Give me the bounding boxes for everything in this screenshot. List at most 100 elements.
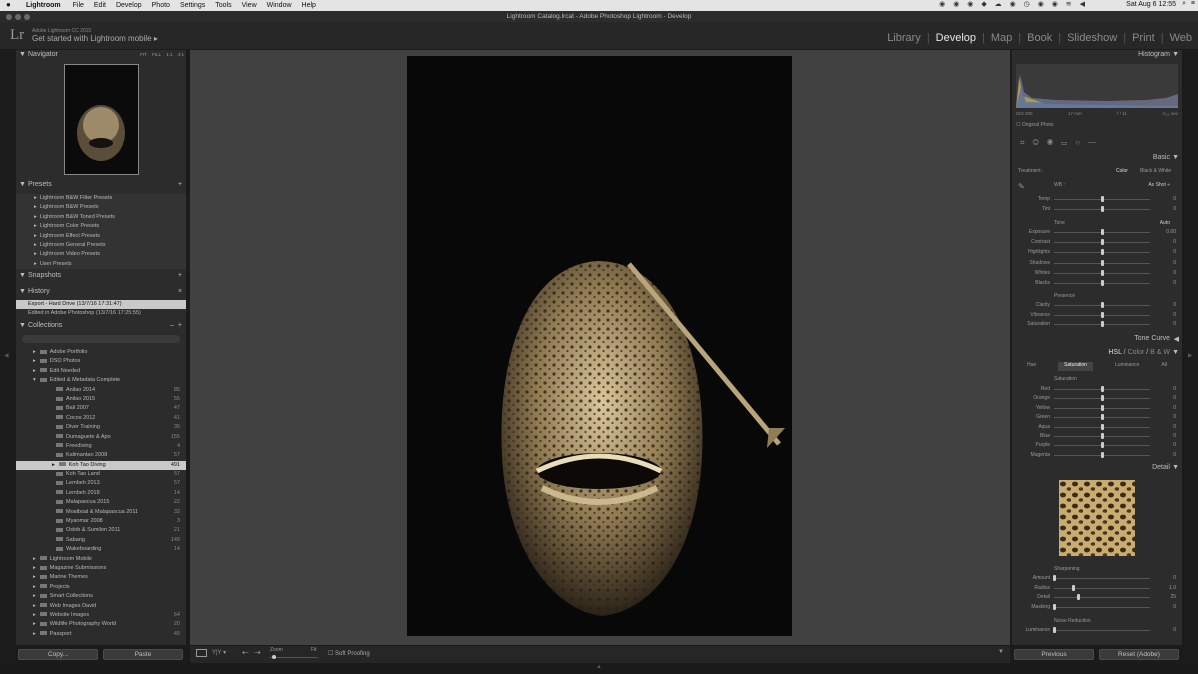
- original-photo-checkbox[interactable]: ☐ Original Photo: [1016, 122, 1054, 128]
- history-step[interactable]: Export - Hard Drive (13/7/16 17:31:47): [16, 300, 186, 310]
- hsl-header[interactable]: HSL / Color / B & W ▼: [1012, 349, 1182, 359]
- slider-value[interactable]: 0: [1173, 442, 1176, 448]
- wb-value[interactable]: As Shot ÷: [1148, 182, 1170, 188]
- collection-item[interactable]: Bali 2007 47: [16, 404, 186, 413]
- paste-settings-button[interactable]: Paste: [103, 649, 183, 660]
- slider-value[interactable]: 0: [1173, 627, 1176, 633]
- slider-value[interactable]: 0: [1173, 424, 1176, 430]
- disclosure-triangle-icon[interactable]: ▸: [33, 349, 36, 355]
- disclosure-triangle-icon[interactable]: ▸: [33, 621, 36, 627]
- slider-value[interactable]: 0: [1173, 260, 1176, 266]
- module-develop[interactable]: Develop: [936, 32, 976, 44]
- disclosure-triangle-icon[interactable]: ▸: [33, 368, 36, 374]
- histogram-graph[interactable]: [1016, 64, 1178, 108]
- slider-yellow[interactable]: Yellow 0: [1012, 404, 1182, 414]
- slider-knob[interactable]: [1100, 423, 1104, 430]
- tab-hue[interactable]: Hue: [1027, 362, 1036, 371]
- menu-settings[interactable]: Settings: [180, 2, 205, 9]
- slider-knob[interactable]: [1100, 280, 1104, 286]
- collection-item[interactable]: Anilao 2014 85: [16, 386, 186, 395]
- mobile-link[interactable]: Get started with Lightroom mobile ▸: [32, 34, 158, 43]
- slider-value[interactable]: 0: [1173, 239, 1176, 245]
- minimize-window-button[interactable]: [15, 14, 21, 20]
- before-after-icon[interactable]: Y|Y ▾: [212, 649, 226, 656]
- slider-knob[interactable]: [1100, 196, 1104, 202]
- reset-button[interactable]: Reset (Adobe): [1099, 649, 1179, 660]
- preset-folder[interactable]: ▸ Lightroom Video Presets: [16, 250, 186, 259]
- module-map[interactable]: Map: [991, 32, 1012, 44]
- collection-item[interactable]: Anilao 2015 55: [16, 395, 186, 404]
- collection-item[interactable]: ▸ Marine Themes: [16, 573, 186, 582]
- module-print[interactable]: Print: [1132, 32, 1155, 44]
- slider-value[interactable]: 0: [1173, 386, 1176, 392]
- slider-knob[interactable]: [1100, 451, 1104, 458]
- slider-value[interactable]: 0: [1173, 249, 1176, 255]
- slider-value[interactable]: 0: [1173, 433, 1176, 439]
- slider-value[interactable]: 0: [1173, 395, 1176, 401]
- filmstrip-toggle-icon[interactable]: ▲: [596, 664, 602, 670]
- zoom-fit[interactable]: FIT: [140, 52, 147, 57]
- slider-magenta[interactable]: Magenta 0: [1012, 451, 1182, 461]
- disclosure-triangle-icon[interactable]: ▸: [33, 631, 36, 637]
- slider-whites[interactable]: Whites 0: [1012, 269, 1182, 279]
- slider-knob[interactable]: [1100, 395, 1104, 402]
- slider-value[interactable]: 0: [1173, 604, 1176, 610]
- collection-item[interactable]: ▸ Lightroom Mobile: [16, 555, 186, 564]
- collection-item[interactable]: Koh Tao Land 57: [16, 470, 186, 479]
- collection-item[interactable]: Lembeh 2013 57: [16, 479, 186, 488]
- module-book[interactable]: Book: [1027, 32, 1052, 44]
- detail-preview[interactable]: [1059, 480, 1135, 556]
- hsl-title[interactable]: HSL: [1108, 349, 1121, 356]
- collection-item[interactable]: ▸ Smart Collections: [16, 592, 186, 601]
- collections-filter-input[interactable]: [22, 335, 180, 343]
- navigator-preview[interactable]: [64, 64, 139, 175]
- preset-folder[interactable]: ▸ Lightroom B&W Toned Presets: [16, 213, 186, 222]
- slider-tint[interactable]: Tint 0: [1012, 205, 1182, 215]
- navigator-header[interactable]: ▼ Navigator FIT FILL 1:1 4:1: [16, 51, 186, 61]
- history-header[interactable]: ▼ History ×: [16, 288, 186, 298]
- add-snapshot-icon[interactable]: +: [178, 272, 182, 279]
- menu-edit[interactable]: Edit: [94, 2, 106, 9]
- treatment-color[interactable]: Color: [1116, 168, 1128, 174]
- slider-knob[interactable]: [1100, 311, 1104, 318]
- slider-value[interactable]: 0: [1173, 206, 1176, 212]
- slider-value[interactable]: 0: [1173, 280, 1176, 286]
- slider-value[interactable]: 1.0: [1169, 585, 1176, 591]
- collection-item[interactable]: ▸ Web Images David: [16, 602, 186, 611]
- slider-track[interactable]: [1054, 597, 1150, 598]
- histogram-header[interactable]: Histogram ▼: [1012, 51, 1182, 61]
- previous-button[interactable]: Previous: [1014, 649, 1094, 660]
- tab-saturation[interactable]: Saturation: [1058, 362, 1093, 371]
- collection-item[interactable]: Oslob & Sumilon 2011 21: [16, 526, 186, 535]
- slider-value[interactable]: 0: [1173, 414, 1176, 420]
- collection-item[interactable]: ▸ Website Images 64: [16, 611, 186, 620]
- slider-knob[interactable]: [1100, 302, 1104, 308]
- disclosure-triangle-icon[interactable]: ▸: [52, 462, 55, 468]
- collection-item[interactable]: Cocos 2012 41: [16, 414, 186, 423]
- disclosure-triangle-icon[interactable]: ▸: [33, 358, 36, 364]
- left-panel-toggle-icon[interactable]: ◀: [4, 352, 9, 359]
- slider-value[interactable]: 0: [1173, 321, 1176, 327]
- adjustment-brush-icon[interactable]: ━: [1088, 138, 1104, 147]
- preset-folder[interactable]: ▸ Lightroom Effect Presets: [16, 232, 186, 241]
- navigator-zoom-options[interactable]: FIT FILL 1:1 4:1: [140, 52, 184, 57]
- slider-knob[interactable]: [1100, 229, 1104, 235]
- slider-value[interactable]: 0: [1173, 312, 1176, 318]
- slider-blue[interactable]: Blue 0: [1012, 432, 1182, 442]
- collection-item[interactable]: ▸ Projects: [16, 583, 186, 592]
- bw-title[interactable]: B & W: [1150, 349, 1170, 356]
- slider-value[interactable]: 0: [1173, 270, 1176, 276]
- slider-value[interactable]: 0.00: [1166, 229, 1176, 235]
- menu-help[interactable]: Help: [302, 2, 316, 9]
- photo[interactable]: [407, 56, 792, 636]
- search-icon[interactable]: ⌕: [1182, 0, 1186, 8]
- treatment-bw[interactable]: Black & White: [1140, 168, 1171, 174]
- preset-folder[interactable]: ▸ Lightroom Color Presets: [16, 222, 186, 231]
- tab-all[interactable]: All: [1161, 362, 1167, 371]
- auto-tone-button[interactable]: Auto: [1160, 220, 1170, 226]
- collection-item[interactable]: Diver Training 35: [16, 423, 186, 432]
- slider-knob[interactable]: [1100, 205, 1104, 212]
- slider-track[interactable]: [1054, 606, 1150, 608]
- slider-aqua[interactable]: Aqua 0: [1012, 423, 1182, 433]
- disclosure-triangle-icon[interactable]: ▸: [33, 584, 36, 590]
